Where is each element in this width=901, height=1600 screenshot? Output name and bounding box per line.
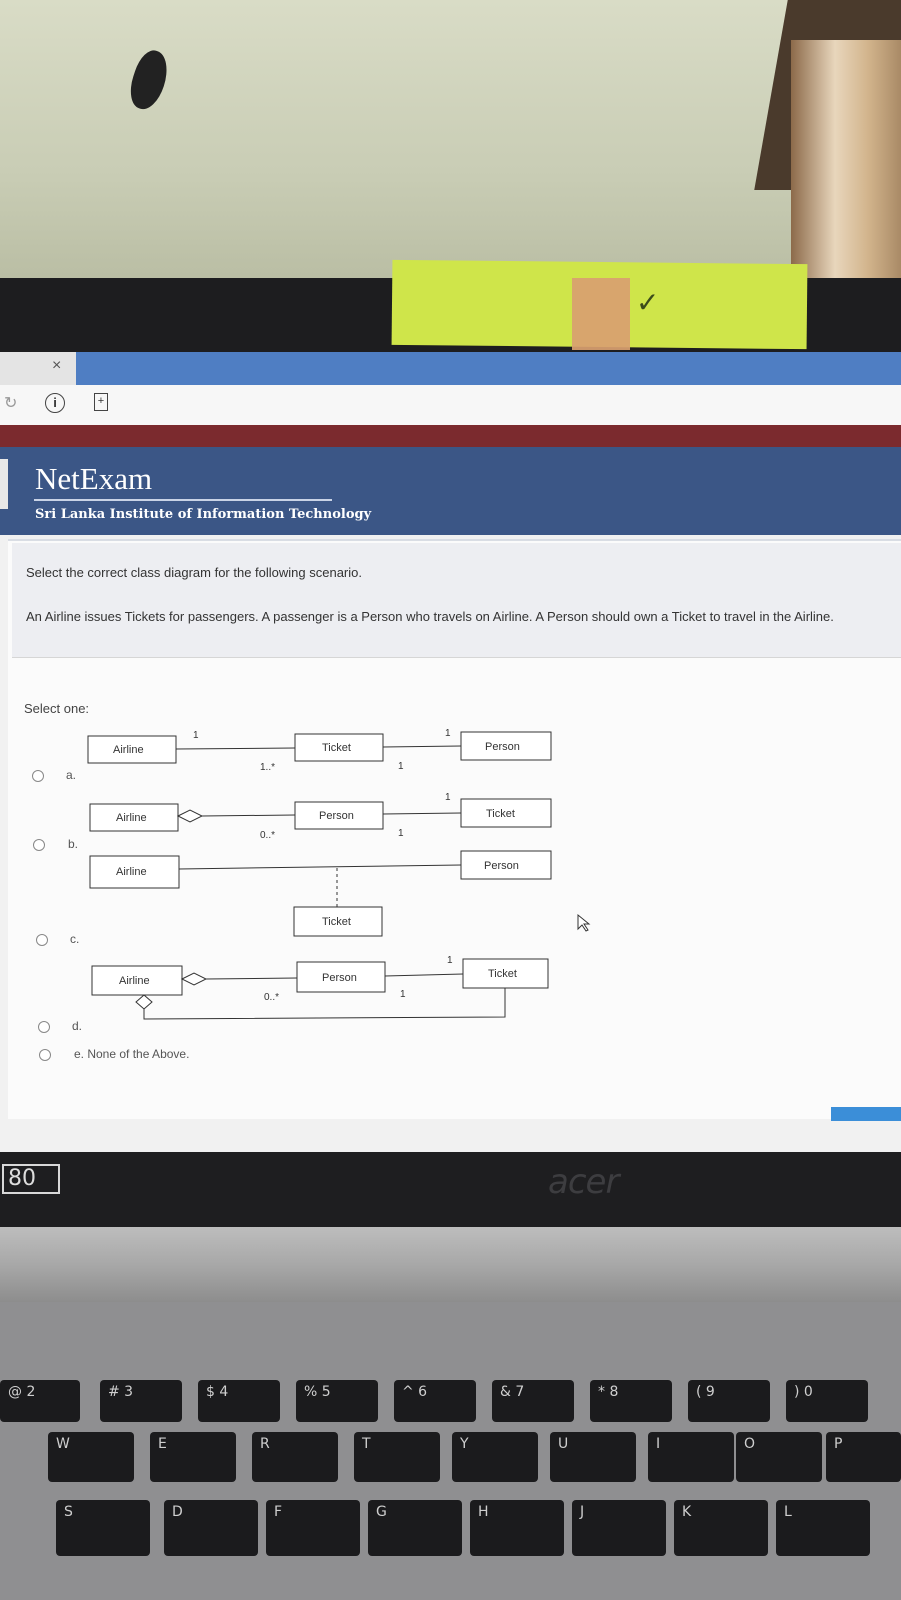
question-panel: Select the correct class diagram for the… bbox=[8, 539, 901, 1119]
diagram-b-class-airline: Airline bbox=[116, 812, 147, 824]
diagram-d-mult-3: 1 bbox=[447, 955, 453, 966]
tab-close-icon[interactable]: × bbox=[52, 357, 61, 375]
diagram-a-class-airline: Airline bbox=[113, 744, 144, 756]
key-e[interactable]: E bbox=[150, 1432, 236, 1482]
key-p[interactable]: P bbox=[826, 1432, 901, 1482]
sticky-note-mark: ✓ bbox=[636, 286, 660, 319]
energy-sticker: 80 bbox=[2, 1164, 60, 1194]
key-f[interactable]: F bbox=[266, 1500, 360, 1556]
key-5[interactable]: % 5 bbox=[296, 1380, 378, 1422]
title-underline bbox=[34, 499, 332, 501]
curtain bbox=[791, 40, 901, 285]
diagram-a-mult-3: 1 bbox=[398, 761, 404, 772]
key-3[interactable]: # 3 bbox=[100, 1380, 182, 1422]
key-y[interactable]: Y bbox=[452, 1432, 538, 1482]
diagram-a-mult-1: 1 bbox=[193, 730, 199, 741]
diagram-c-class-person: Person bbox=[484, 860, 519, 872]
site-title: NetExam bbox=[35, 461, 153, 496]
diagram-d-class-person: Person bbox=[322, 972, 357, 984]
diagram-d-class-ticket: Ticket bbox=[488, 968, 517, 980]
screen-bezel-bottom: 80 acer bbox=[0, 1152, 901, 1227]
key-t[interactable]: T bbox=[354, 1432, 440, 1482]
keyboard: @ 2 # 3 $ 4 % 5 ^ 6 & 7 * 8 ( 9 ) 0 W E … bbox=[0, 1302, 901, 1600]
next-page-button[interactable] bbox=[831, 1107, 901, 1121]
browser-tabstrip: × bbox=[0, 352, 901, 385]
key-6[interactable]: ^ 6 bbox=[394, 1380, 476, 1422]
wall-hook bbox=[124, 46, 174, 114]
key-0[interactable]: ) 0 bbox=[786, 1380, 868, 1422]
laptop-screen: × ↻ i + NetExam Sri Lanka Institute of I… bbox=[0, 352, 901, 1152]
laptop-hinge bbox=[0, 1227, 901, 1302]
diagram-c-class-ticket: Ticket bbox=[322, 916, 351, 928]
key-u[interactable]: U bbox=[550, 1432, 636, 1482]
diagram-d[interactable]: Airline Person Ticket 0..* 1 1 bbox=[91, 955, 549, 1020]
key-4[interactable]: $ 4 bbox=[198, 1380, 280, 1422]
mouse-cursor-icon bbox=[577, 913, 591, 932]
key-r[interactable]: R bbox=[252, 1432, 338, 1482]
key-i[interactable]: I bbox=[648, 1432, 734, 1482]
key-j[interactable]: J bbox=[572, 1500, 666, 1556]
key-s[interactable]: S bbox=[56, 1500, 150, 1556]
diagram-c[interactable]: Airline Person Ticket bbox=[89, 850, 552, 937]
reload-icon[interactable]: ↻ bbox=[4, 393, 17, 413]
info-icon[interactable]: i bbox=[45, 393, 65, 413]
diagram-b-class-person: Person bbox=[319, 810, 354, 822]
diagram-d-class-airline: Airline bbox=[119, 975, 150, 987]
background-wall bbox=[0, 0, 901, 285]
diagram-b-class-ticket: Ticket bbox=[486, 808, 515, 820]
diagram-c-class-airline: Airline bbox=[116, 866, 147, 878]
key-7[interactable]: & 7 bbox=[492, 1380, 574, 1422]
key-g[interactable]: G bbox=[368, 1500, 462, 1556]
page-icon[interactable]: + bbox=[94, 393, 108, 411]
class-diagrams: Airline Ticket Person 1 1..* 1 1 Airline… bbox=[87, 728, 591, 1020]
diagram-b-mult-3: 1 bbox=[445, 792, 451, 803]
diagram-a-class-person: Person bbox=[485, 741, 520, 753]
diagram-a-class-ticket: Ticket bbox=[322, 742, 351, 754]
diagram-a-mult-2: 1..* bbox=[260, 762, 275, 773]
key-8[interactable]: * 8 bbox=[590, 1380, 672, 1422]
key-d[interactable]: D bbox=[164, 1500, 258, 1556]
diagram-a-mult-4: 1 bbox=[445, 728, 451, 739]
diagram-d-mult-1: 0..* bbox=[264, 992, 279, 1003]
key-k[interactable]: K bbox=[674, 1500, 768, 1556]
logo-icon bbox=[0, 459, 8, 509]
key-o[interactable]: O bbox=[736, 1432, 822, 1482]
key-h[interactable]: H bbox=[470, 1500, 564, 1556]
key-w[interactable]: W bbox=[48, 1432, 134, 1482]
brand-logo: acer bbox=[548, 1162, 619, 1202]
diagram-b[interactable]: Airline Person Ticket 0..* 1 1 bbox=[89, 792, 552, 841]
site-subtitle: Sri Lanka Institute of Information Techn… bbox=[35, 507, 372, 522]
site-header: NetExam Sri Lanka Institute of Informati… bbox=[0, 447, 901, 535]
diagram-d-mult-2: 1 bbox=[400, 989, 406, 1000]
key-9[interactable]: ( 9 bbox=[688, 1380, 770, 1422]
address-bar[interactable]: ↻ i + bbox=[0, 385, 901, 425]
key-l[interactable]: L bbox=[776, 1500, 870, 1556]
diagram-a[interactable]: Airline Ticket Person 1 1..* 1 1 bbox=[87, 728, 552, 773]
diagram-b-mult-2: 1 bbox=[398, 828, 404, 839]
key-2[interactable]: @ 2 bbox=[0, 1380, 80, 1422]
active-tab[interactable] bbox=[76, 352, 901, 385]
diagram-b-mult-1: 0..* bbox=[260, 830, 275, 841]
tape bbox=[572, 278, 630, 350]
